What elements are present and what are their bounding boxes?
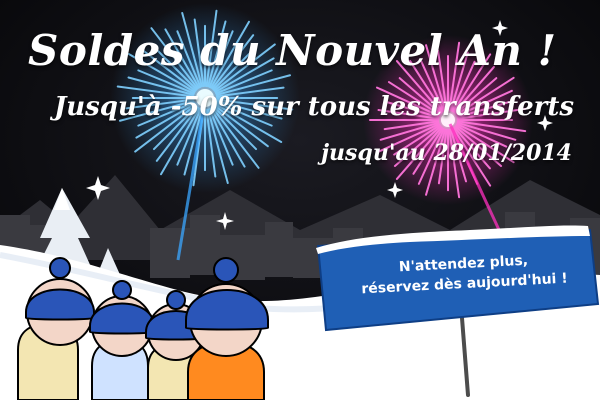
new-year-sale-banner[interactable]: Soldes du Nouvel An ! Jusqu'à -50% sur t… [0,0,600,400]
end-date: jusqu'au 28/01/2014 [321,140,572,166]
discount-subline: Jusqu'à -50% sur tous les transferts [53,92,574,122]
sale-headline: Soldes du Nouvel An ! [28,26,557,75]
